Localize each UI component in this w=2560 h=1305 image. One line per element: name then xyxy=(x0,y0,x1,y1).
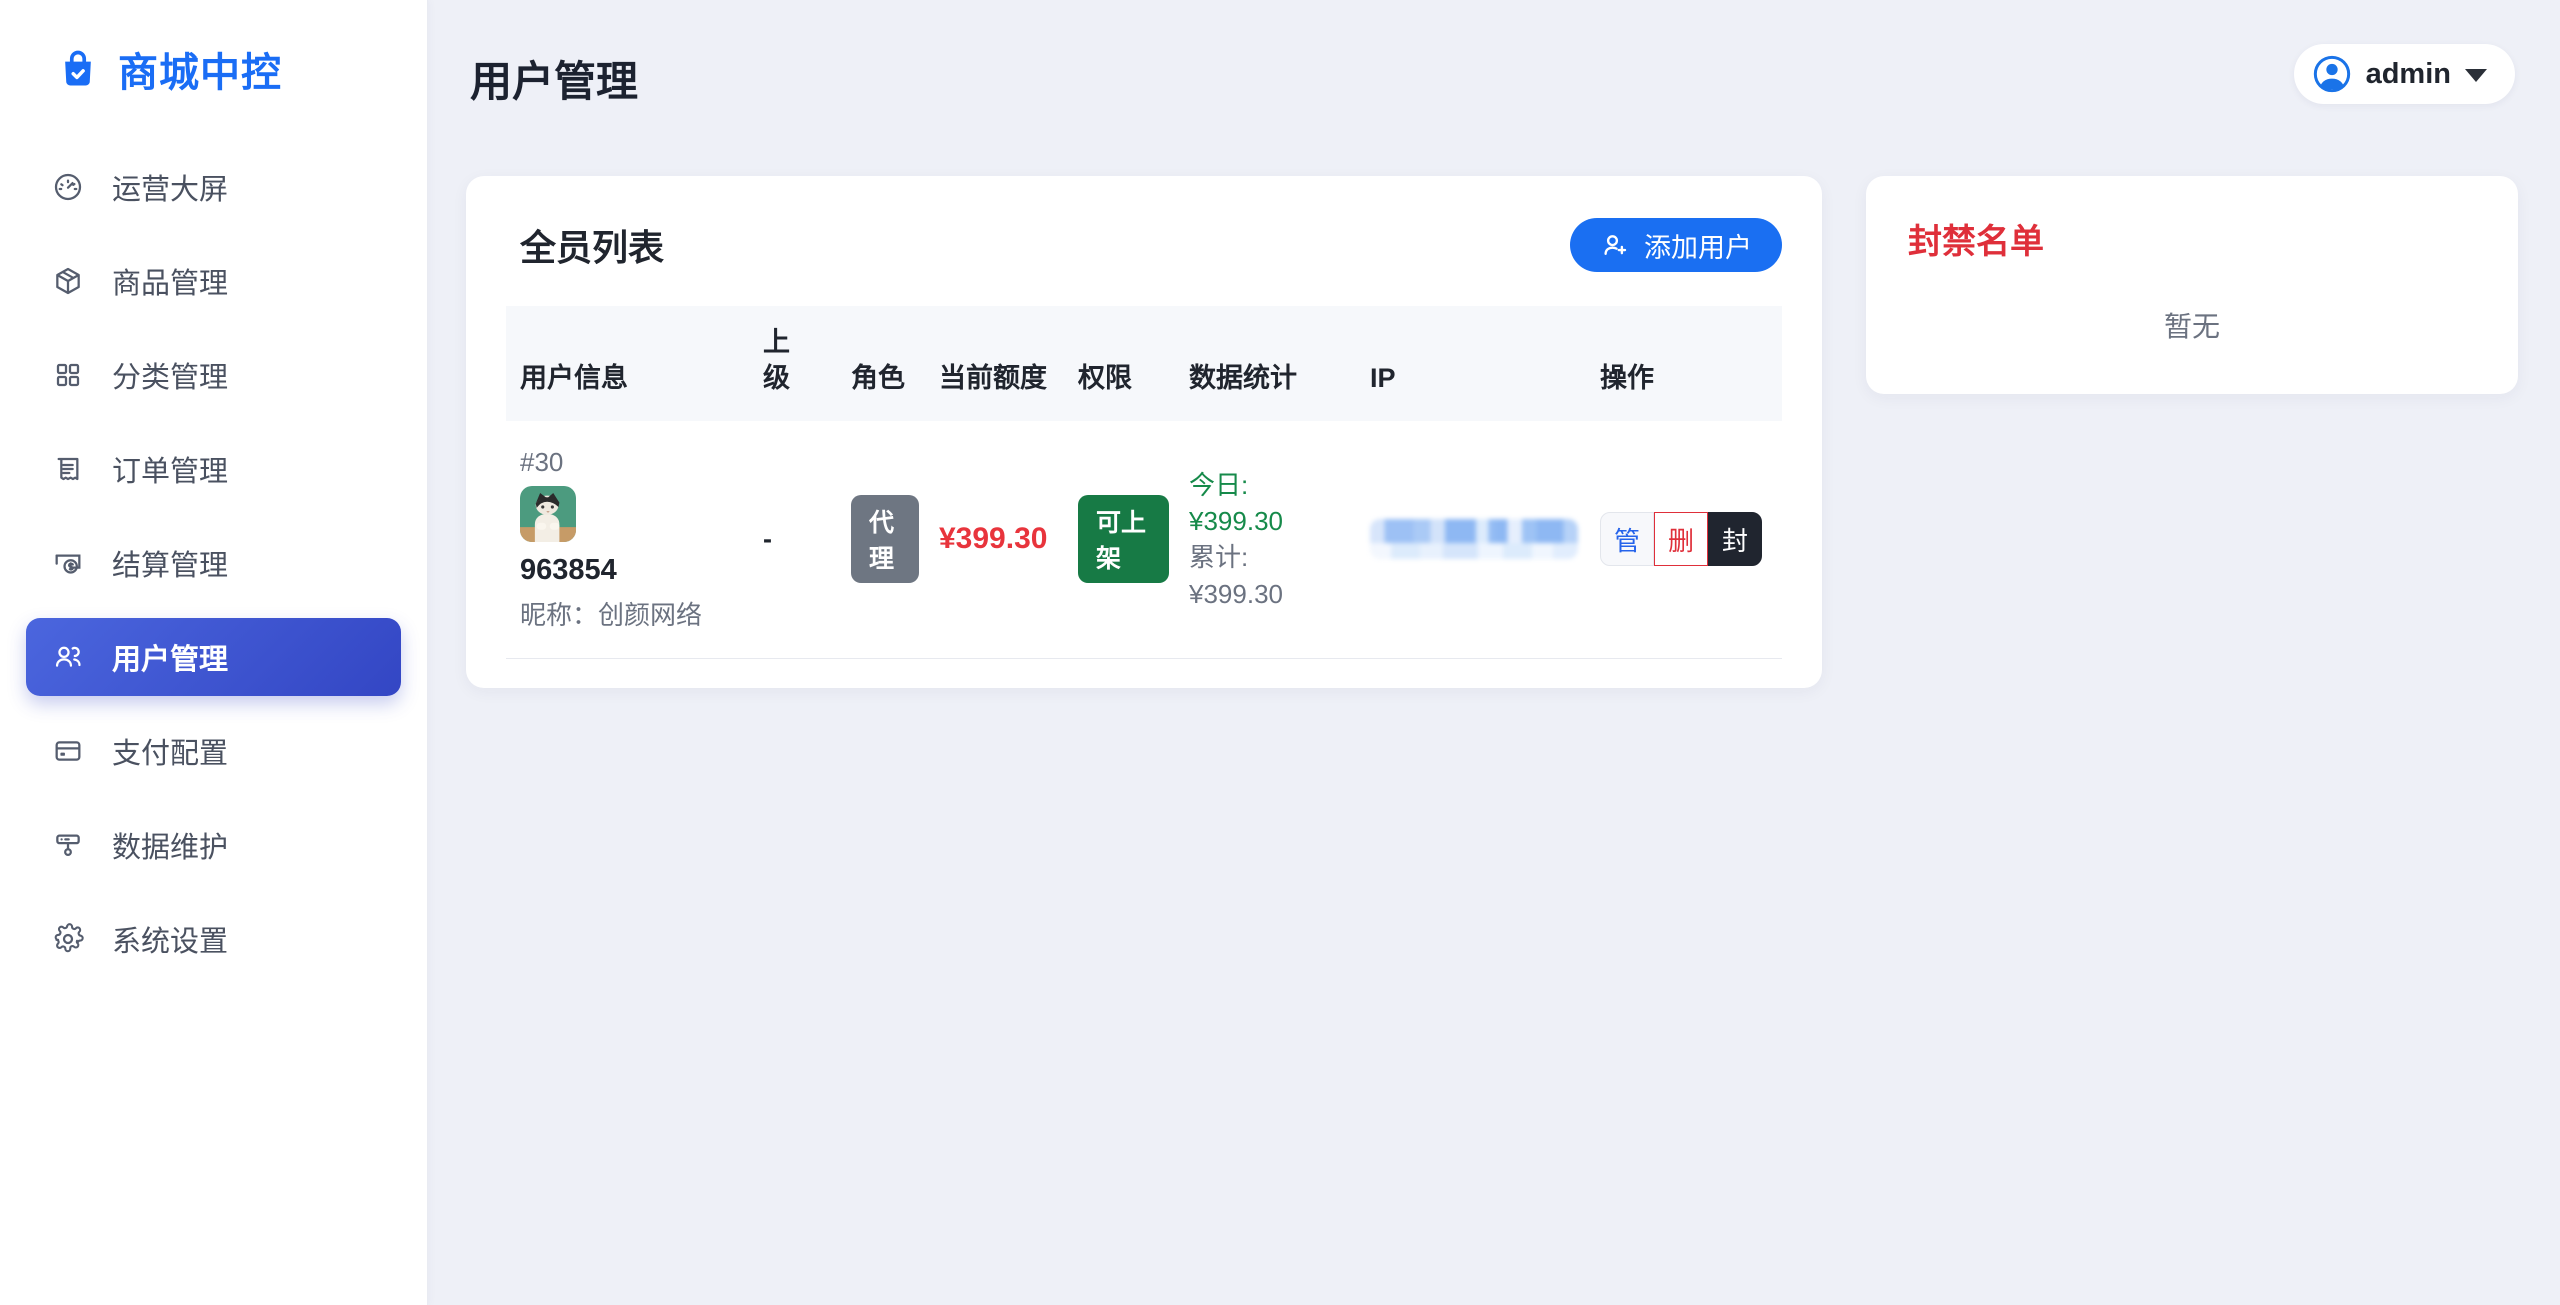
receipt-icon xyxy=(52,453,84,485)
sidebar-item-label: 运营大屏 xyxy=(112,166,228,208)
stat-today-value: ¥399.30 xyxy=(1189,503,1350,539)
stat-today-label: 今日: xyxy=(1189,467,1350,503)
redacted-ip-block xyxy=(1370,519,1578,559)
action-button-group: 管 删 封 xyxy=(1600,512,1762,566)
sidebar-menu: 运营大屏 商品管理 分类管理 订单管理 xyxy=(0,148,427,978)
ban-list-card: 封禁名单 暂无 xyxy=(1866,176,2518,394)
col-ip: IP xyxy=(1370,306,1600,421)
grid-icon xyxy=(52,359,84,391)
add-user-label: 添加用户 xyxy=(1644,226,1752,265)
sidebar-item-dashboard[interactable]: 运营大屏 xyxy=(26,148,401,226)
members-card: 全员列表 添加用户 用户信息 上级 角色 当前额度 权限 数 xyxy=(466,176,1822,688)
app-root: 商城中控 运营大屏 商品管理 分类管理 xyxy=(0,0,2560,1305)
gear-icon xyxy=(52,923,84,955)
ban-button[interactable]: 封 xyxy=(1708,512,1762,566)
col-actions: 操作 xyxy=(1600,306,1782,421)
sidebar-item-payment[interactable]: 支付配置 xyxy=(26,712,401,790)
user-id: #30 xyxy=(520,447,743,478)
sidebar-item-settlement[interactable]: 结算管理 xyxy=(26,524,401,602)
sidebar-item-label: 订单管理 xyxy=(112,448,228,490)
role-badge: 代理 xyxy=(851,495,919,583)
page-title: 用户管理 xyxy=(470,48,638,109)
col-stats: 数据统计 xyxy=(1189,306,1370,421)
server-icon xyxy=(52,829,84,861)
sidebar-item-label: 商品管理 xyxy=(112,260,228,302)
sidebar-item-data[interactable]: 数据维护 xyxy=(26,806,401,884)
user-avatar-icon xyxy=(2312,54,2352,94)
ip-cell xyxy=(1370,421,1600,659)
users-icon xyxy=(52,641,84,673)
ban-list-empty-text: 暂无 xyxy=(1908,305,2476,345)
credit-card-icon xyxy=(52,735,84,767)
actions-cell: 管 删 封 xyxy=(1600,421,1782,659)
user-plus-icon xyxy=(1600,230,1630,260)
sidebar-item-label: 分类管理 xyxy=(112,354,228,396)
sidebar: 商城中控 运营大屏 商品管理 分类管理 xyxy=(0,0,428,1305)
money-icon xyxy=(52,547,84,579)
sidebar-item-label: 系统设置 xyxy=(112,918,228,960)
stat-total-label: 累计: xyxy=(1189,539,1350,575)
table-header-row: 用户信息 上级 角色 当前额度 权限 数据统计 IP 操作 xyxy=(506,306,1782,421)
sidebar-item-products[interactable]: 商品管理 xyxy=(26,242,401,320)
app-title: 商城中控 xyxy=(118,40,282,98)
stats-cell: 今日: ¥399.30 累计: ¥399.30 xyxy=(1189,421,1370,659)
ban-list-title: 封禁名单 xyxy=(1908,214,2476,263)
sidebar-item-settings[interactable]: 系统设置 xyxy=(26,900,401,978)
sidebar-item-orders[interactable]: 订单管理 xyxy=(26,430,401,508)
shopping-bag-icon xyxy=(56,47,100,91)
delete-button[interactable]: 删 xyxy=(1654,512,1708,566)
user-menu-label: admin xyxy=(2366,58,2451,91)
add-user-button[interactable]: 添加用户 xyxy=(1570,218,1782,272)
members-card-title: 全员列表 xyxy=(520,219,664,271)
permission-cell: 可上架 xyxy=(1078,421,1189,659)
role-cell: 代理 xyxy=(851,421,939,659)
superior-cell: - xyxy=(763,421,851,659)
col-user-info: 用户信息 xyxy=(506,306,763,421)
table-row: #30 963854 昵称：创颜网络 - 代理 ¥399.30 可上架 今日: xyxy=(506,421,1782,659)
col-permission: 权限 xyxy=(1078,306,1189,421)
sidebar-item-label: 支付配置 xyxy=(112,730,228,772)
members-table: 用户信息 上级 角色 当前额度 权限 数据统计 IP 操作 #30 xyxy=(506,306,1782,659)
user-menu-button[interactable]: admin xyxy=(2294,44,2515,104)
gauge-icon xyxy=(52,171,84,203)
chevron-down-icon xyxy=(2465,69,2487,82)
permission-badge: 可上架 xyxy=(1078,495,1169,583)
sidebar-item-users[interactable]: 用户管理 xyxy=(26,618,401,696)
col-role: 角色 xyxy=(851,306,939,421)
user-info-cell: #30 963854 昵称：创颜网络 xyxy=(506,421,763,659)
col-quota: 当前额度 xyxy=(939,306,1078,421)
col-superior: 上级 xyxy=(763,306,851,421)
manage-button[interactable]: 管 xyxy=(1600,512,1654,566)
sidebar-item-label: 数据维护 xyxy=(112,824,228,866)
stat-total-value: ¥399.30 xyxy=(1189,576,1350,612)
app-logo: 商城中控 xyxy=(0,0,427,98)
user-nickname: 昵称：创颜网络 xyxy=(520,595,743,632)
quota-cell: ¥399.30 xyxy=(939,421,1078,659)
user-avatar-image xyxy=(520,486,576,542)
sidebar-item-label: 结算管理 xyxy=(112,542,228,584)
quota-amount: ¥399.30 xyxy=(939,522,1047,555)
sidebar-item-label: 用户管理 xyxy=(112,636,228,678)
sidebar-item-categories[interactable]: 分类管理 xyxy=(26,336,401,414)
package-icon xyxy=(52,265,84,297)
user-account: 963854 xyxy=(520,554,743,587)
